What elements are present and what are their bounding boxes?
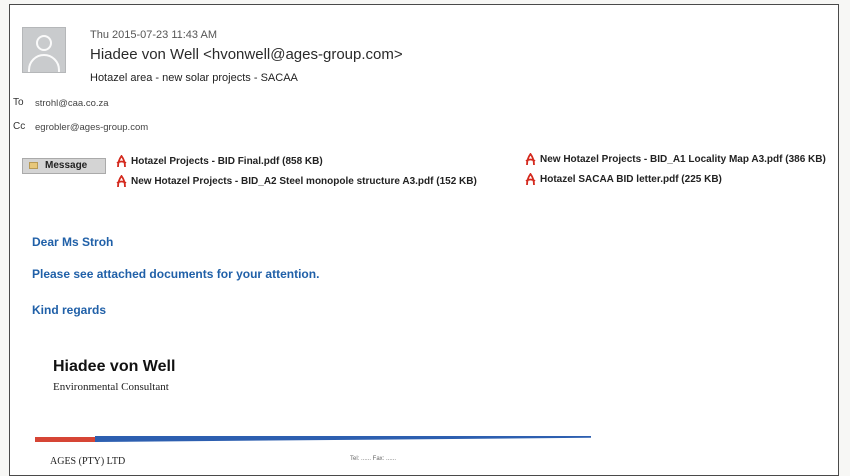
avatar-shoulders <box>28 54 60 72</box>
cc-label: Cc <box>13 121 26 132</box>
envelope-icon <box>29 162 38 169</box>
email-body-line: Please see attached documents for your a… <box>32 267 320 281</box>
sender[interactable]: Hiadee von Well <hvonwell@ages-group.com… <box>90 46 403 63</box>
to-recipient[interactable]: strohl@caa.co.za <box>35 98 109 109</box>
pdf-icon <box>525 153 536 166</box>
attachment-label: New Hotazel Projects - BID_A1 Locality M… <box>540 154 826 165</box>
pdf-icon <box>116 155 127 168</box>
message-tab[interactable]: Message <box>22 158 106 174</box>
signature-bar-red <box>35 437 95 442</box>
signature-bar-blue <box>95 436 591 442</box>
pdf-icon <box>116 175 127 188</box>
attachment-label: Hotazel Projects - BID Final.pdf (858 KB… <box>131 156 323 167</box>
email-date: Thu 2015-07-23 11:43 AM <box>90 29 217 41</box>
email-greeting: Dear Ms Stroh <box>32 235 114 249</box>
company-contact: Tel: ...... Fax: ...... <box>350 456 397 462</box>
signature-name: Hiadee von Well <box>53 358 176 375</box>
avatar <box>22 27 66 73</box>
cc-recipient[interactable]: egrobler@ages-group.com <box>35 122 148 133</box>
pdf-icon <box>525 173 536 186</box>
to-label: To <box>13 97 24 108</box>
message-tab-label: Message <box>45 160 88 171</box>
signature-title: Environmental Consultant <box>53 381 169 393</box>
attachment-label: New Hotazel Projects - BID_A2 Steel mono… <box>131 176 477 187</box>
email-closing: Kind regards <box>32 303 107 317</box>
email-subject: Hotazel area - new solar projects - SACA… <box>90 72 298 84</box>
avatar-head <box>36 35 52 51</box>
attachment-label: Hotazel SACAA BID letter.pdf (225 KB) <box>540 174 722 185</box>
company-name: AGES (PTY) LTD <box>50 456 126 467</box>
email-window: Thu 2015-07-23 11:43 AM Hiadee von Well … <box>9 4 839 476</box>
